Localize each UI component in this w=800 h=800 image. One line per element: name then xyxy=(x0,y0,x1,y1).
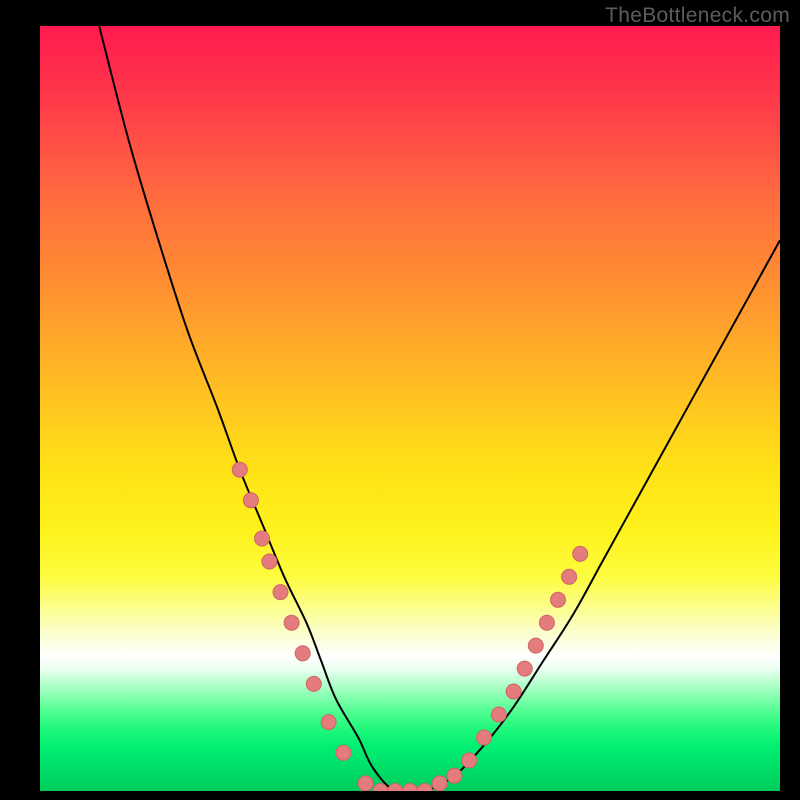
curve-node xyxy=(462,753,477,768)
curve-node xyxy=(506,684,521,699)
curve-node xyxy=(432,776,447,791)
curve-node xyxy=(295,646,310,661)
curve-node xyxy=(358,776,373,791)
curve-node xyxy=(562,569,577,584)
curve-node xyxy=(517,661,532,676)
curve-node xyxy=(491,707,506,722)
plot-area xyxy=(40,26,780,791)
curve-node xyxy=(403,784,418,792)
curve-node xyxy=(539,615,554,630)
curve-node xyxy=(447,768,462,783)
curve-node xyxy=(262,554,277,569)
chart-frame: TheBottleneck.com xyxy=(0,0,800,800)
curve-nodes xyxy=(232,462,587,791)
curve-node xyxy=(306,676,321,691)
curve-node xyxy=(477,730,492,745)
curve-node xyxy=(528,638,543,653)
curve-node xyxy=(551,592,566,607)
curve-node xyxy=(321,715,336,730)
curve-node xyxy=(417,784,432,792)
bottleneck-curve xyxy=(99,26,780,791)
curve-node xyxy=(388,784,403,792)
curve-node xyxy=(336,745,351,760)
curve-node xyxy=(284,615,299,630)
curve-node xyxy=(273,585,288,600)
curve-node xyxy=(232,462,247,477)
watermark-label: TheBottleneck.com xyxy=(605,4,790,28)
plot-overlay xyxy=(40,26,780,791)
curve-node xyxy=(243,493,258,508)
curve-node xyxy=(573,546,588,561)
curve-node xyxy=(255,531,270,546)
